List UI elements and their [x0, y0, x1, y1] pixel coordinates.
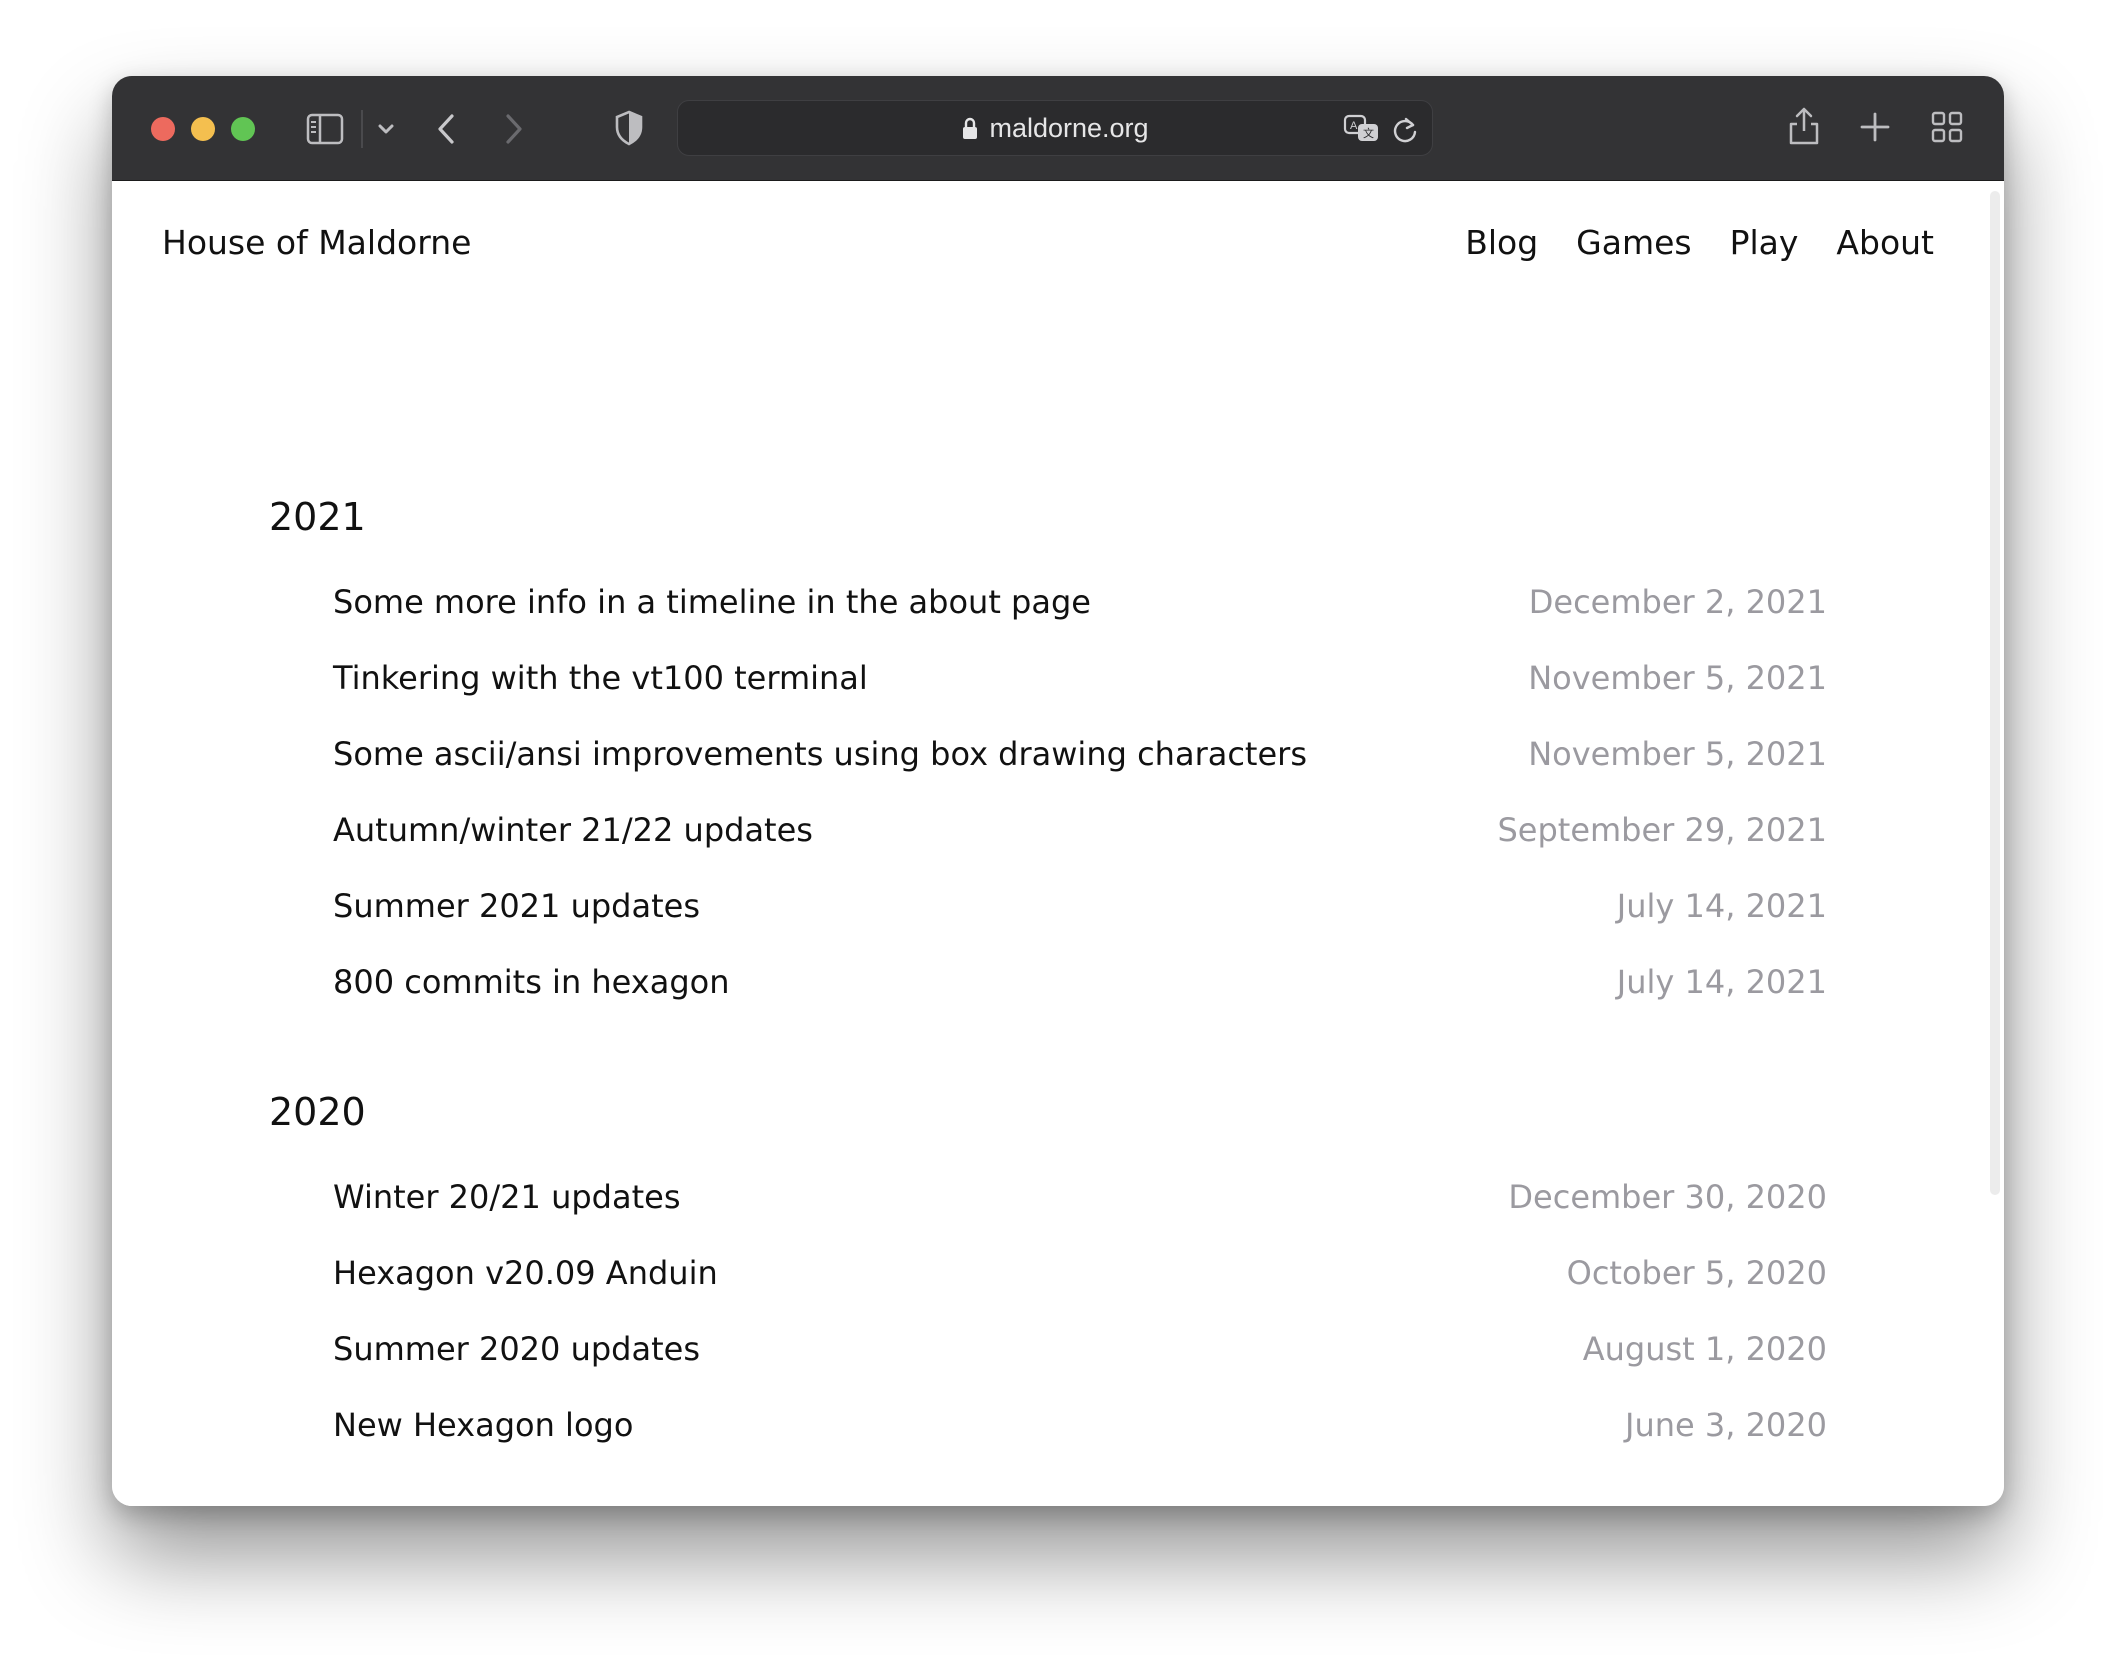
post-title-link[interactable]: Winter 20/21 updates [333, 1178, 680, 1216]
chevron-down-icon[interactable] [374, 116, 398, 142]
post-list: Some more info in a timeline in the abou… [269, 571, 1827, 1027]
year-section-2021: 2021 Some more info in a timeline in the… [269, 487, 1827, 1027]
post-row: Autumn/winter 21/22 updates September 29… [333, 799, 1827, 875]
post-row: New Hexagon logo June 3, 2020 [333, 1394, 1827, 1470]
browser-window: maldorne.org A文 House of Maldorne Blog G… [112, 76, 2004, 1506]
page-content: House of Maldorne Blog Games Play About … [112, 181, 2004, 1506]
post-title-link[interactable]: Hexagon v20.09 Anduin [333, 1254, 718, 1292]
nav-blog[interactable]: Blog [1465, 223, 1538, 262]
post-row: Tinkering with the vt100 terminal Novemb… [333, 647, 1827, 723]
post-list: Winter 20/21 updates December 30, 2020 H… [269, 1166, 1827, 1470]
post-date: August 1, 2020 [1582, 1330, 1827, 1368]
post-title-link[interactable]: 800 commits in hexagon [333, 963, 730, 1001]
post-title-link[interactable]: Some more info in a timeline in the abou… [333, 583, 1091, 621]
post-row: Some ascii/ansi improvements using box d… [333, 723, 1827, 799]
post-row: Some more info in a timeline in the abou… [333, 571, 1827, 647]
post-title-link[interactable]: Tinkering with the vt100 terminal [333, 659, 868, 697]
post-date: June 3, 2020 [1625, 1406, 1827, 1444]
post-date: November 5, 2021 [1528, 659, 1827, 697]
post-title-link[interactable]: Summer 2020 updates [333, 1330, 700, 1368]
svg-text:A: A [1350, 120, 1358, 132]
post-row: Hexagon v20.09 Anduin October 5, 2020 [333, 1242, 1827, 1318]
translate-icon[interactable]: A文 [1342, 114, 1382, 144]
new-tab-icon[interactable] [1858, 110, 1892, 144]
post-title-link[interactable]: Some ascii/ansi improvements using box d… [333, 735, 1307, 773]
site-title[interactable]: House of Maldorne [162, 223, 471, 262]
post-row: Summer 2021 updates July 14, 2021 [333, 875, 1827, 951]
post-title-link[interactable]: Autumn/winter 21/22 updates [333, 811, 813, 849]
post-date: July 14, 2021 [1616, 963, 1827, 1001]
browser-toolbar: maldorne.org A文 [112, 76, 2004, 181]
year-section-2020: 2020 Winter 20/21 updates December 30, 2… [269, 1082, 1827, 1470]
post-row: Summer 2020 updates August 1, 2020 [333, 1318, 1827, 1394]
year-heading: 2021 [269, 495, 366, 539]
nav-games[interactable]: Games [1576, 223, 1691, 262]
post-date: October 5, 2020 [1566, 1254, 1827, 1292]
post-date: September 29, 2021 [1497, 811, 1827, 849]
close-window-button[interactable] [151, 117, 175, 141]
address-bar[interactable]: maldorne.org A文 [677, 100, 1433, 156]
post-row: Winter 20/21 updates December 30, 2020 [333, 1166, 1827, 1242]
privacy-shield-icon[interactable] [612, 108, 646, 148]
minimize-window-button[interactable] [191, 117, 215, 141]
post-date: July 14, 2021 [1616, 887, 1827, 925]
nav-play[interactable]: Play [1730, 223, 1799, 262]
svg-text:文: 文 [1363, 126, 1374, 140]
sidebar-icon[interactable] [304, 110, 346, 148]
post-date: December 2, 2021 [1528, 583, 1827, 621]
toolbar-divider [361, 110, 363, 148]
share-icon[interactable] [1786, 104, 1822, 148]
main-nav: Blog Games Play About [1465, 223, 1934, 262]
reload-icon[interactable] [1390, 115, 1420, 145]
post-date: November 5, 2021 [1528, 735, 1827, 773]
post-date: December 30, 2020 [1508, 1178, 1827, 1216]
zoom-window-button[interactable] [231, 117, 255, 141]
back-icon[interactable] [432, 110, 460, 148]
tab-overview-icon[interactable] [1930, 110, 1964, 144]
nav-about[interactable]: About [1836, 223, 1934, 262]
post-row: 800 commits in hexagon July 14, 2021 [333, 951, 1827, 1027]
year-heading: 2020 [269, 1090, 366, 1134]
forward-icon[interactable] [500, 110, 528, 148]
lock-icon [961, 115, 979, 141]
url-text: maldorne.org [989, 112, 1149, 143]
post-title-link[interactable]: Summer 2021 updates [333, 887, 700, 925]
post-title-link[interactable]: New Hexagon logo [333, 1406, 633, 1444]
vertical-scrollbar[interactable] [1990, 191, 2000, 1195]
